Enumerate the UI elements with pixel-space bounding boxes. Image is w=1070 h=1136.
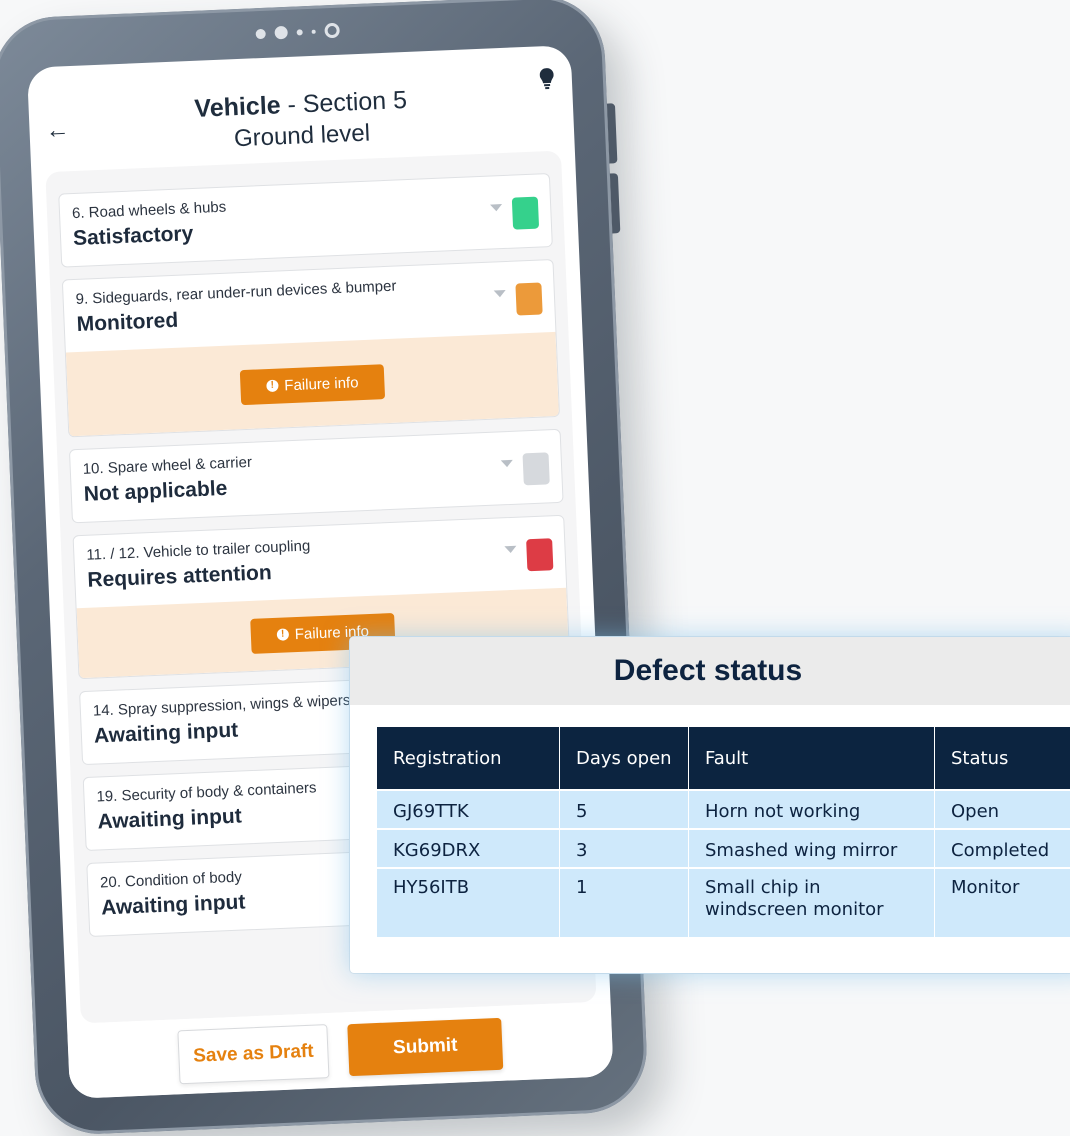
days-open-cell: 3	[560, 829, 689, 868]
column-header: Status	[935, 727, 1070, 790]
failure-info-button[interactable]: ! Failure info	[240, 364, 386, 405]
column-header: Registration	[377, 727, 560, 790]
fault-cell: Small chip in windscreen monitor	[689, 868, 935, 937]
registration-cell: KG69DRX	[377, 829, 560, 868]
camera-dot	[312, 29, 316, 33]
info-icon: !	[277, 628, 289, 640]
chevron-down-icon[interactable]	[490, 204, 502, 211]
defect-table: Registration Days open Fault Status GJ69…	[377, 727, 1070, 937]
failure-info-label: Failure info	[284, 374, 359, 394]
registration-cell: HY56ITB	[377, 868, 560, 937]
tablet-side-button	[610, 173, 621, 233]
tablet-side-button	[607, 103, 618, 163]
chevron-down-icon[interactable]	[501, 460, 513, 467]
status-cell: Monitor	[935, 868, 1070, 937]
camera-dot	[297, 29, 303, 35]
registration-cell: GJ69TTK	[377, 790, 560, 829]
status-cell: Open	[935, 790, 1070, 829]
chevron-down-icon[interactable]	[494, 290, 506, 297]
save-draft-button[interactable]: Save as Draft	[177, 1024, 329, 1084]
defect-title-bar: Defect status	[350, 637, 1070, 705]
defect-status-panel: Defect status Registration Days open Fau…	[350, 637, 1070, 973]
inspection-item[interactable]: 9. Sideguards, rear under-run devices & …	[62, 259, 560, 437]
days-open-cell: 5	[560, 790, 689, 829]
status-color-swatch	[523, 452, 550, 485]
page-title-bold: Vehicle	[194, 91, 281, 123]
column-header: Days open	[560, 727, 689, 790]
inspection-item[interactable]: 6. Road wheels & hubs Satisfactory	[58, 173, 553, 268]
table-row[interactable]: GJ69TTK 5 Horn not working Open	[377, 790, 1070, 829]
days-open-cell: 1	[560, 868, 689, 937]
status-color-swatch	[515, 282, 542, 315]
camera-dot	[255, 28, 265, 38]
table-header-row: Registration Days open Fault Status	[377, 727, 1070, 790]
camera-lens	[324, 23, 340, 39]
lightbulb-icon[interactable]	[539, 68, 554, 91]
chevron-down-icon[interactable]	[504, 546, 516, 553]
submit-button[interactable]: Submit	[347, 1017, 503, 1075]
status-color-swatch	[512, 197, 539, 230]
fault-cell: Smashed wing mirror	[689, 829, 935, 868]
defect-status-title: Defect status	[614, 654, 802, 688]
camera-dot	[274, 26, 288, 40]
status-color-swatch	[526, 538, 553, 571]
info-icon: !	[266, 380, 278, 392]
table-row[interactable]: KG69DRX 3 Smashed wing mirror Completed	[377, 829, 1070, 868]
page-title-rest: - Section 5	[280, 86, 408, 119]
status-cell: Completed	[935, 829, 1070, 868]
table-row[interactable]: HY56ITB 1 Small chip in windscreen monit…	[377, 868, 1070, 937]
column-header: Fault	[689, 727, 935, 790]
fault-cell: Horn not working	[689, 790, 935, 829]
inspection-item[interactable]: 10. Spare wheel & carrier Not applicable	[69, 429, 564, 524]
